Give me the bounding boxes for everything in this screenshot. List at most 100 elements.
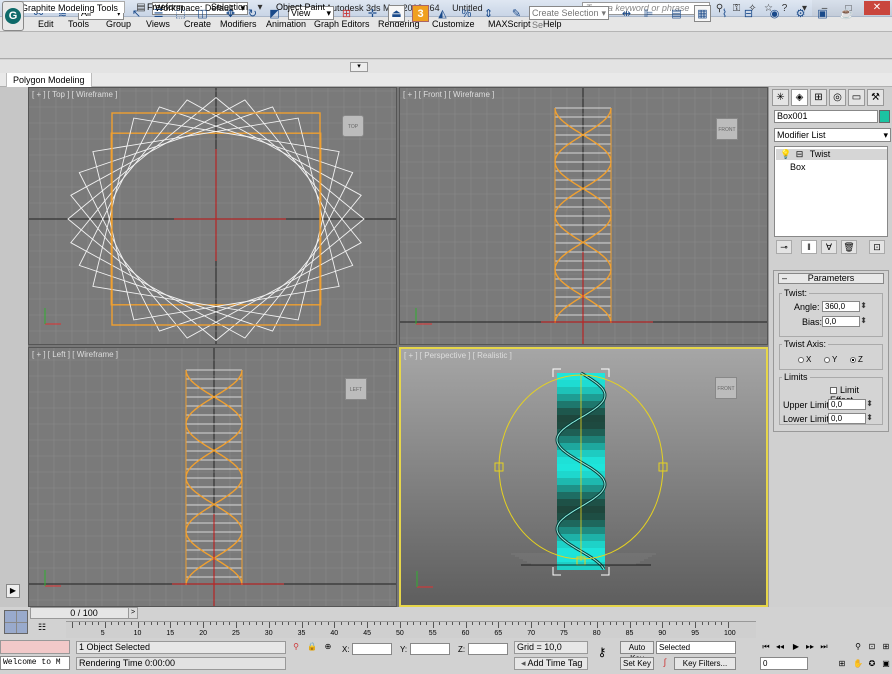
light-bulb-icon[interactable]: 💡 bbox=[780, 149, 791, 159]
lower-limit-spinner[interactable]: 0,0 bbox=[828, 413, 873, 424]
y-coordinate-field[interactable] bbox=[410, 643, 450, 655]
stack-item-twist[interactable]: 💡 ⊟ Twist bbox=[776, 149, 887, 160]
stack-item-box[interactable]: Box bbox=[790, 162, 806, 173]
viewport-label[interactable]: [ + ] [ Left ] [ Wireframe ] bbox=[32, 350, 118, 359]
orbit-icon[interactable]: ✪ bbox=[866, 658, 878, 670]
modifier-list-dropdown[interactable]: Modifier List bbox=[774, 128, 891, 142]
current-frame-field[interactable]: 0 bbox=[760, 657, 808, 670]
set-key-button[interactable]: Set Key bbox=[620, 657, 654, 670]
pan-icon[interactable]: ✋ bbox=[852, 658, 864, 670]
angle-spinner[interactable]: 360,0 bbox=[822, 301, 867, 312]
angle-snap-icon[interactable]: ◭ bbox=[434, 5, 451, 22]
viewport-top[interactable]: [ + ] [ Top ] [ Wireframe ] TOP bbox=[28, 87, 397, 345]
auto-key-button[interactable]: Auto Key bbox=[620, 641, 654, 663]
previous-frame-icon[interactable]: ◂◂ bbox=[774, 641, 786, 653]
display-panel-icon[interactable]: ▭ bbox=[848, 89, 865, 106]
maxscript-listener-output[interactable] bbox=[0, 640, 70, 654]
render-production-icon[interactable]: ☕ bbox=[838, 5, 855, 22]
viewport-label[interactable]: [ + ] [ Perspective ] [ Realistic ] bbox=[404, 351, 512, 360]
axis-x-radio[interactable]: X bbox=[798, 355, 811, 364]
tab-freeform[interactable]: Freeform bbox=[141, 1, 190, 13]
menu-help[interactable]: Help bbox=[543, 19, 562, 29]
maximize-viewport-icon[interactable]: ⊞ bbox=[880, 641, 892, 653]
show-end-result-icon[interactable]: ‖ bbox=[801, 240, 817, 254]
snaps-toggle-icon[interactable]: 3 bbox=[412, 5, 429, 22]
mini-curve-editor-icon[interactable]: ☷ bbox=[34, 622, 50, 636]
parameters-rollout-header[interactable]: Parameters bbox=[778, 273, 884, 284]
application-button[interactable]: G bbox=[2, 1, 24, 31]
z-coordinate-field[interactable] bbox=[468, 643, 508, 655]
go-to-start-icon[interactable]: ⏮ bbox=[760, 641, 772, 653]
configure-modifier-sets-icon[interactable]: ⊡ bbox=[869, 240, 885, 254]
tab-graphite-modeling-tools[interactable]: Graphite Modeling Tools bbox=[14, 1, 125, 13]
add-time-tag-button[interactable]: ◂ Add Time Tag bbox=[514, 657, 588, 670]
isolate-selection-icon[interactable]: ⚲ bbox=[290, 641, 302, 653]
select-manipulate-icon[interactable]: ✛ bbox=[364, 5, 381, 22]
layer-manager-icon[interactable]: ▤ bbox=[668, 5, 685, 22]
upper-limit-spinner[interactable]: 0,0 bbox=[828, 399, 873, 410]
maxscript-listener-input[interactable]: Welcome to M bbox=[0, 656, 70, 670]
graphite-toggle-icon[interactable]: ▦ bbox=[694, 5, 711, 22]
viewport-perspective[interactable]: [ + ] [ Perspective ] [ Realistic ] FRON… bbox=[399, 347, 768, 607]
maximize-toggle-icon[interactable]: ▣ bbox=[880, 658, 892, 670]
viewcube-icon[interactable]: FRONT bbox=[716, 118, 738, 140]
curve-editor-icon[interactable]: ⌇ bbox=[716, 5, 733, 22]
axis-y-radio[interactable]: Y bbox=[824, 355, 837, 364]
tab-object-paint[interactable]: Object Paint bbox=[270, 1, 331, 13]
edit-named-selections-icon[interactable]: ✎ bbox=[508, 5, 525, 22]
align-icon[interactable]: ⊫ bbox=[640, 5, 657, 22]
viewport-label[interactable]: [ + ] [ Top ] [ Wireframe ] bbox=[32, 90, 117, 99]
viewcube-icon[interactable]: FRONT bbox=[715, 377, 737, 399]
named-selection-dropdown[interactable]: Create Selection Se bbox=[529, 6, 609, 30]
viewcube-icon[interactable]: TOP bbox=[342, 115, 364, 137]
viewport-front[interactable]: [ + ] [ Front ] [ Wireframe ] FRONT bbox=[399, 87, 768, 345]
mirror-icon[interactable]: ⇹ bbox=[618, 5, 635, 22]
viewport-layout-icon[interactable] bbox=[4, 610, 28, 634]
zoom-icon[interactable]: ⚲ bbox=[852, 641, 864, 653]
render-setup-icon[interactable]: ⚙ bbox=[792, 5, 809, 22]
time-slider-next-icon[interactable]: > bbox=[128, 607, 138, 619]
polygon-modeling-panel[interactable]: Polygon Modeling bbox=[6, 73, 92, 87]
ribbon-options-icon[interactable]: ▾ bbox=[350, 62, 368, 72]
rendered-frame-window-icon[interactable]: ▣ bbox=[814, 5, 831, 22]
menu-tools[interactable]: Tools bbox=[68, 19, 89, 29]
tab-selection[interactable]: Selection bbox=[205, 1, 254, 13]
key-filters-button[interactable]: Key Filters... bbox=[674, 657, 736, 670]
utilities-panel-icon[interactable]: ⚒ bbox=[867, 89, 884, 106]
set-key-mode-icon[interactable]: ⚷ bbox=[592, 645, 612, 661]
bias-spinner[interactable]: 0,0 bbox=[822, 316, 867, 327]
object-name-field[interactable]: Box001 bbox=[774, 110, 878, 123]
axis-z-radio[interactable]: Z bbox=[850, 355, 863, 364]
create-panel-icon[interactable]: ✳ bbox=[772, 89, 789, 106]
expand-icon[interactable]: ⊟ bbox=[796, 149, 804, 159]
viewport-label[interactable]: [ + ] [ Front ] [ Wireframe ] bbox=[403, 90, 494, 99]
close-icon[interactable]: ✕ bbox=[864, 1, 890, 15]
hierarchy-panel-icon[interactable]: ⊞ bbox=[810, 89, 827, 106]
viewport-left[interactable]: [ + ] [ Left ] [ Wireframe ] LEFT bbox=[28, 347, 397, 607]
percent-snap-icon[interactable]: % bbox=[458, 5, 475, 22]
time-config-icon[interactable]: ⊞ bbox=[836, 658, 848, 670]
pin-stack-icon[interactable]: ⊸ bbox=[776, 240, 792, 254]
spinner-snap-icon[interactable]: ⇕ bbox=[480, 5, 497, 22]
zoom-all-icon[interactable]: ⊡ bbox=[866, 641, 878, 653]
play-icon[interactable]: ▶ bbox=[790, 641, 802, 653]
keyboard-shortcut-override-icon[interactable]: ⏏ bbox=[388, 5, 405, 22]
motion-panel-icon[interactable]: ◎ bbox=[829, 89, 846, 106]
object-color-swatch[interactable] bbox=[879, 110, 890, 123]
viewcube-icon[interactable]: LEFT bbox=[345, 378, 367, 400]
material-editor-icon[interactable]: ◉ bbox=[766, 5, 783, 22]
track-bar[interactable]: 5 10 15 20 25 30 35 40 45 50 55 60 65 70 75 80 85 90 95 100 bbox=[66, 621, 756, 638]
selection-lock-icon[interactable]: 🔒 bbox=[306, 641, 318, 653]
play-script-icon[interactable]: ▶ bbox=[6, 584, 20, 598]
default-in-out-tangent-icon[interactable]: ∫ bbox=[658, 657, 672, 670]
modify-panel-icon[interactable]: ◈ bbox=[791, 89, 808, 106]
schematic-view-icon[interactable]: ⊟ bbox=[740, 5, 757, 22]
next-frame-icon[interactable]: ▸▸ bbox=[804, 641, 816, 653]
make-unique-icon[interactable]: ∀ bbox=[821, 240, 837, 254]
time-slider[interactable]: 0 / 100 bbox=[30, 607, 138, 619]
go-to-end-icon[interactable]: ⏭ bbox=[818, 641, 830, 653]
absolute-mode-icon[interactable]: ⊕ bbox=[322, 641, 334, 653]
x-coordinate-field[interactable] bbox=[352, 643, 392, 655]
pivot-center-icon[interactable]: ⊞ bbox=[338, 5, 355, 22]
key-mode-dropdown[interactable]: Selected bbox=[656, 641, 736, 654]
